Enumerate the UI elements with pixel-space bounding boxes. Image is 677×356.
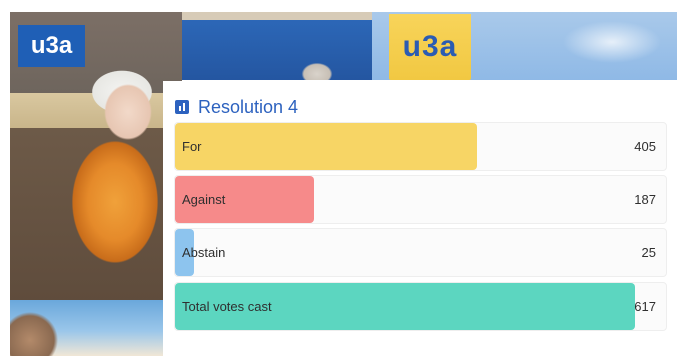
poll-option-total: Total votes cast 617 <box>174 282 667 331</box>
poll-options: For 405 Against 187 Abstain 25 Total vot… <box>174 122 667 336</box>
poll-option-label: Abstain <box>182 245 226 260</box>
background-photo-room <box>182 12 372 80</box>
poll-option-value: 25 <box>641 245 656 260</box>
poll-option-value: 617 <box>634 299 656 314</box>
u3a-flag: u3a <box>389 14 471 80</box>
poll-option-against: Against 187 <box>174 175 667 224</box>
poll-option-abstain: Abstain 25 <box>174 228 667 277</box>
poll-header: Resolution 4 <box>175 95 298 119</box>
poll-option-for: For 405 <box>174 122 667 171</box>
poll-title: Resolution 4 <box>198 96 299 117</box>
poll-results-panel: Resolution 4 For 405 Against 187 Abstain… <box>163 81 677 356</box>
poll-option-value: 187 <box>634 192 656 207</box>
poll-chart-icon <box>175 100 189 114</box>
logo-text: u3a <box>30 32 73 59</box>
poll-option-label: Total votes cast <box>182 299 272 314</box>
stream-frame: u3a u3a Resolution 4 For 405 Against 187… <box>0 0 677 356</box>
poll-option-value: 405 <box>634 139 656 154</box>
poll-option-label: Against <box>182 192 226 207</box>
poll-option-label: For <box>182 139 202 154</box>
background-photo-lower <box>10 300 182 356</box>
poll-bar-for <box>175 123 477 170</box>
flag-logo-text: u3a <box>402 30 458 63</box>
u3a-logo: u3a <box>18 25 85 67</box>
